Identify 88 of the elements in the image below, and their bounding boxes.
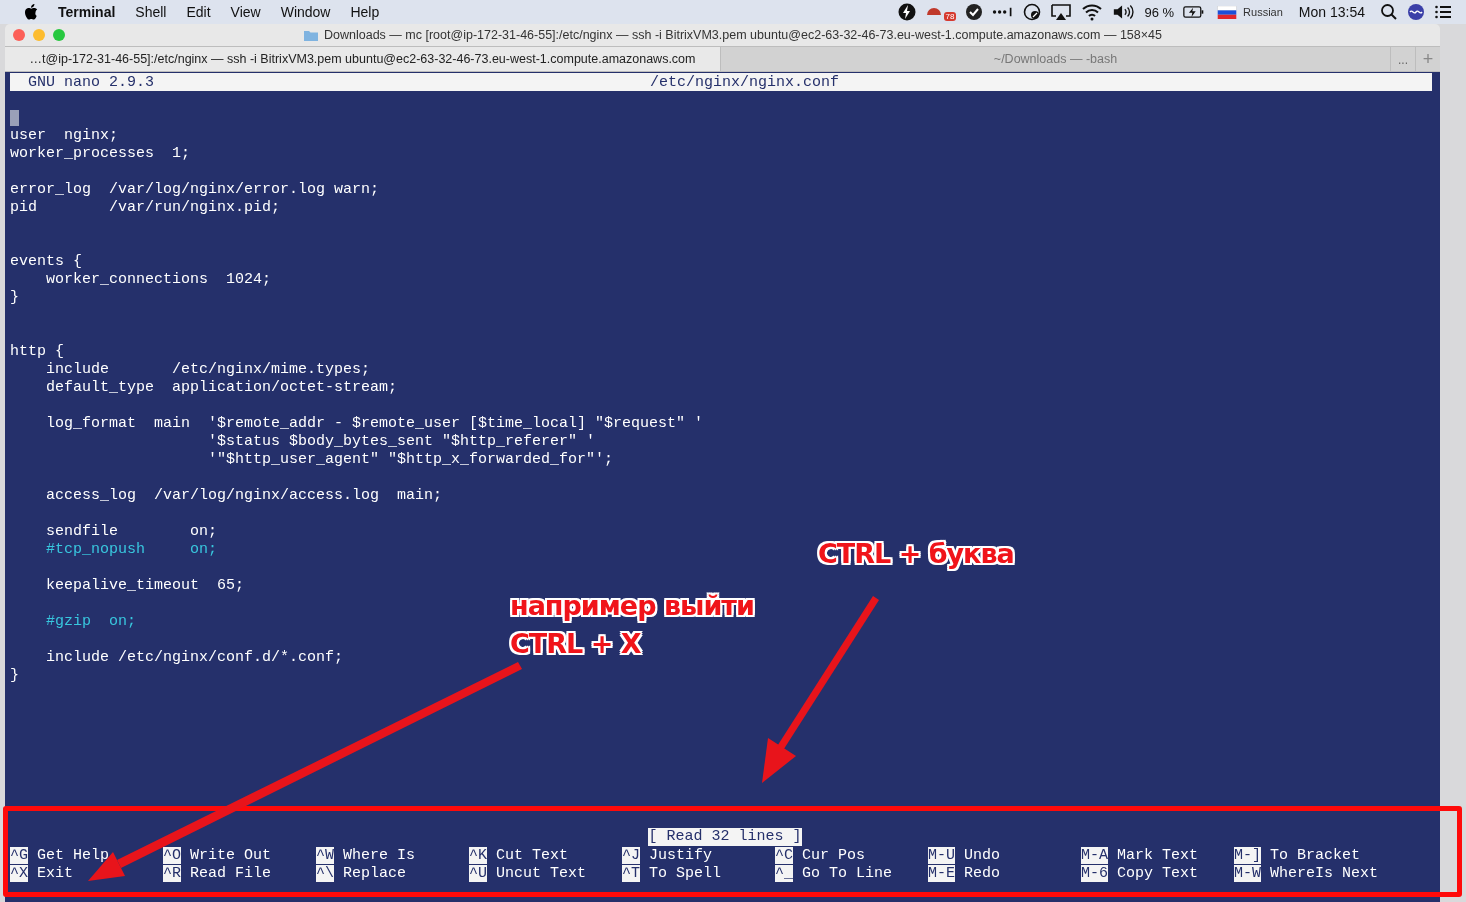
code-line: events { [10,253,82,271]
comment-line: #gzip on; [45,613,137,631]
apple-logo-icon[interactable] [24,4,38,20]
lightning-circle-icon[interactable] [897,3,916,21]
code-line: default_type application/octet-stream; [45,379,398,397]
clock[interactable]: Mon 13:54 [1298,4,1365,20]
shortcut-label: Mark Text [1117,846,1199,864]
shortcut-key: ^C [775,846,793,864]
menu-item[interactable]: View [230,4,261,20]
comment-line: #tcp_nopush on; [45,541,218,559]
shortcut-key: ^X [10,864,28,882]
shortcut-label: Copy Text [1117,864,1199,882]
shortcut-label: To Bracket [1270,846,1361,864]
menu-item[interactable]: Edit [186,4,211,20]
file-name: /etc/nginx/nginx.conf [650,73,840,91]
code-line: user nginx; [10,127,119,145]
shortcut-key: M-] [1234,846,1261,864]
shortcut-key: M-E [928,864,955,882]
shortcut-label: Cur Pos [802,846,866,864]
code-line: '"$http_user_agent" "$http_x_forwarded_for"'; [207,451,614,469]
shortcut-label: Justify [649,846,713,864]
shortcut-key: ^_ [775,864,793,882]
battery-charging-icon[interactable] [1183,3,1206,21]
shortcut-key: ^T [622,864,640,882]
shortcut-label: Replace [343,864,407,882]
shortcut-key: M-W [1234,864,1261,882]
shortcut-key: ^K [469,846,487,864]
tab-overflow[interactable]: ... [1391,47,1415,71]
status-message: [ Read 32 lines ] [648,828,802,846]
input-source[interactable]: Russian [1243,6,1283,18]
code-line: access_log /var/log/nginx/access.log main; [45,487,443,505]
shortcut-label: Where Is [343,846,416,864]
shortcut-label: Exit [37,864,74,882]
shortcut-key: ^U [469,864,487,882]
shortcut-label: Read File [190,864,272,882]
code-line: worker_connections 1024; [45,271,272,289]
nano-version: GNU nano 2.9.3 [28,73,155,91]
shortcut-key: ^R [163,864,181,882]
annotation-text: например выйти [510,590,754,621]
app-menu[interactable]: Terminal [58,4,116,20]
code-line: } [10,289,19,307]
code-line: include /etc/nginx/conf.d/*.conf; [45,649,344,667]
shortcut-key: M-U [928,846,955,864]
annotation-text: CTRL + X [510,628,641,659]
menu-item[interactable]: Window [280,4,331,20]
shortcut-label: Uncut Text [496,864,587,882]
code-line: error_log /var/log/nginx/error.log warn; [10,181,380,199]
menu-item[interactable]: Shell [135,4,167,20]
wifi-icon[interactable] [1081,3,1104,21]
code-line: worker_processes 1; [10,145,191,163]
list-icon[interactable] [1434,3,1452,21]
terminal-tab[interactable]: …t@ip-172-31-46-55]:/etc/nginx — ssh -i BitrixVM3.pem ubuntu@ec2-63-32-46-73.eu-west-1.compute.amazonaws.com [5,47,721,71]
shortcut-key: ^O [163,846,181,864]
annotation-text: CTRL + буква [818,538,1014,569]
check-shield-icon[interactable] [965,3,984,21]
shortcut-key: M-A [1081,846,1108,864]
window-title: Downloads — mc [root@ip-172-31-46-55]:/etc/nginx — ssh -i BitrixVM3.pem ubuntu@ec2-63-32-46-73.eu-west-1.compute.amazonaws.com — 158×45 [324,28,1162,42]
code-line: keepalive_timeout 65; [45,577,245,595]
code-line: } [10,667,19,685]
shortcut-key: M-6 [1081,864,1108,882]
text-cursor [10,110,19,126]
shortcut-label: Go To Line [802,864,893,882]
code-line: http { [10,343,64,361]
shortcut-key: ^G [10,846,28,864]
notification-badge: 78 [943,12,957,21]
speaker-icon[interactable] [1112,3,1135,21]
code-line: sendfile on; [45,523,218,541]
shortcut-label: Undo [964,846,1001,864]
shortcut-label: Cut Text [496,846,569,864]
shortcut-label: WhereIs Next [1270,864,1379,882]
menu-item[interactable]: Help [350,4,380,20]
code-line: log_format main '$remote_addr - $remote_user [$time_local] "$request" ' [45,415,704,433]
folder-icon [303,28,320,42]
code-line: '$status $body_bytes_sent "$http_referer" ' [207,433,596,451]
search-icon[interactable] [1380,3,1398,21]
shortcut-key: ^\ [316,864,334,882]
siri-icon[interactable] [1407,3,1425,21]
battery-percentage: 96 % [1144,4,1175,20]
shortcut-label: To Spell [649,864,722,882]
code-line: include /etc/nginx/mime.types; [45,361,371,379]
shortcut-label: Redo [964,864,1001,882]
code-line: pid /var/run/nginx.pid; [10,199,281,217]
airplay-icon[interactable] [1050,3,1073,21]
shortcut-key: ^J [622,846,640,864]
shortcut-label: Write Out [190,846,272,864]
shortcut-key: ^W [316,846,334,864]
shortcut-label: Get Help [37,846,110,864]
flag-icon[interactable] [1217,5,1238,19]
